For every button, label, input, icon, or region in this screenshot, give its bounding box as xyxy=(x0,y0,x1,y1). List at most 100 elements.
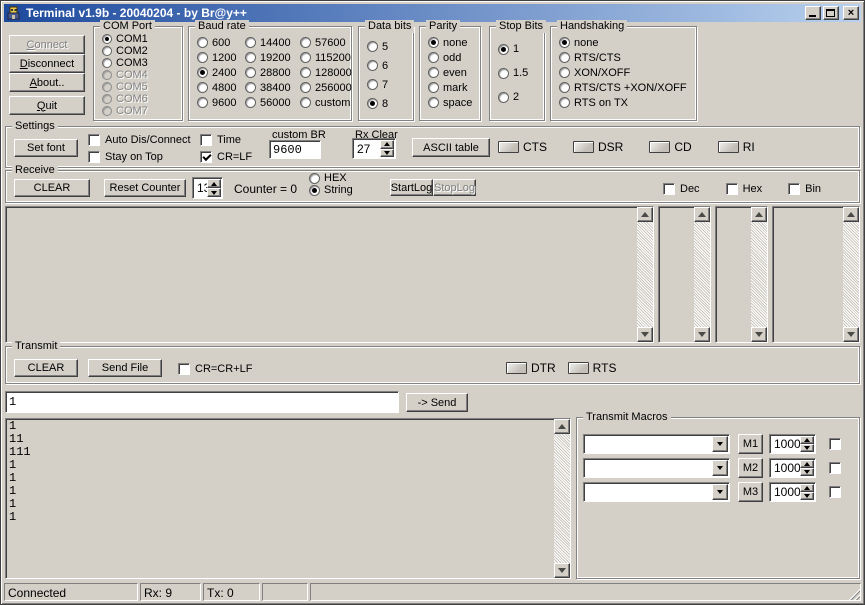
radio-icon[interactable] xyxy=(428,37,439,48)
checkbox-dec[interactable]: Dec xyxy=(663,180,700,197)
macro-2-dropdown[interactable] xyxy=(583,458,730,478)
radio-option-1200[interactable]: 1200 xyxy=(197,50,245,65)
macro-2-interval-spinner[interactable]: 1000 xyxy=(769,458,816,478)
radio-option-odd[interactable]: odd xyxy=(428,50,480,65)
spin-up-button[interactable] xyxy=(207,179,221,188)
dropdown-button[interactable] xyxy=(712,436,728,452)
radio-option-string[interactable]: String xyxy=(309,184,353,196)
spin-down-button[interactable] xyxy=(800,492,814,500)
minimize-button[interactable] xyxy=(805,6,821,20)
macro-3-dropdown[interactable] xyxy=(583,482,730,502)
radio-icon[interactable] xyxy=(197,97,208,108)
rts-led-icon[interactable] xyxy=(567,362,589,374)
macro-1-dropdown[interactable] xyxy=(583,434,730,454)
scrollbar-track[interactable] xyxy=(554,434,570,563)
spin-down-button[interactable] xyxy=(207,188,221,197)
radio-icon[interactable] xyxy=(367,98,378,109)
radio-option-xon-xoff[interactable]: XON/XOFF xyxy=(559,65,696,80)
radio-icon[interactable] xyxy=(245,52,256,63)
radio-option-none[interactable]: none xyxy=(559,35,696,50)
macro-2-repeat-checkbox[interactable] xyxy=(829,462,841,474)
start-log-button[interactable]: StartLog xyxy=(390,179,433,196)
checkbox-icon[interactable] xyxy=(200,133,212,146)
checkbox-icon[interactable] xyxy=(788,182,801,195)
scrollbar-track[interactable] xyxy=(637,222,653,327)
scrollbar-track[interactable] xyxy=(843,222,859,327)
scrollbar-track[interactable] xyxy=(751,222,767,327)
spin-down-button[interactable] xyxy=(800,444,814,452)
about-button[interactable]: About.. xyxy=(9,73,85,92)
radio-option-com2[interactable]: COM2 xyxy=(102,45,182,57)
radio-icon[interactable] xyxy=(367,60,378,71)
radio-icon[interactable] xyxy=(498,91,509,103)
radio-icon[interactable] xyxy=(300,97,311,108)
custom-br-input[interactable] xyxy=(269,140,321,159)
radio-option-com1[interactable]: COM1 xyxy=(102,33,182,45)
transmit-clear-button[interactable]: CLEAR xyxy=(14,359,78,377)
macro-3-interval-spinner[interactable]: 1000 xyxy=(769,482,816,502)
radio-icon[interactable] xyxy=(102,46,112,56)
radio-icon[interactable] xyxy=(245,37,256,48)
radio-icon[interactable] xyxy=(245,82,256,93)
receive-hex-scrollbar[interactable] xyxy=(751,207,767,342)
ascii-table-button[interactable]: ASCII table xyxy=(412,138,490,157)
dtr-led-icon[interactable] xyxy=(506,362,527,374)
radio-option-256000[interactable]: 256000 xyxy=(300,80,352,95)
radio-option-9600[interactable]: 9600 xyxy=(197,95,245,110)
radio-icon[interactable] xyxy=(559,82,570,93)
macro-1-repeat-checkbox[interactable] xyxy=(829,438,841,450)
radio-option-com3[interactable]: COM3 xyxy=(102,57,182,69)
radio-option-1[interactable]: 1 xyxy=(498,37,544,61)
radio-icon[interactable] xyxy=(559,67,570,78)
radio-option-1-5[interactable]: 1.5 xyxy=(498,61,544,85)
radio-icon[interactable] xyxy=(428,82,439,93)
spin-up-button[interactable] xyxy=(380,140,394,149)
radio-option-rts-on-tx[interactable]: RTS on TX xyxy=(559,95,696,110)
radio-option-115200[interactable]: 115200 xyxy=(300,50,351,65)
radio-icon[interactable] xyxy=(428,97,439,108)
radio-option-custom[interactable]: custom xyxy=(300,95,350,110)
radio-icon[interactable] xyxy=(367,41,378,52)
radio-option-6[interactable]: 6 xyxy=(367,56,413,75)
receive-display-main[interactable] xyxy=(5,206,654,343)
m2-button[interactable]: M2 xyxy=(738,458,763,478)
dropdown-button[interactable] xyxy=(712,484,728,500)
scroll-down-button[interactable] xyxy=(554,563,570,578)
radio-option-57600[interactable]: 57600 xyxy=(300,35,350,50)
radio-icon[interactable] xyxy=(197,67,208,78)
radio-option-space[interactable]: space xyxy=(428,95,480,110)
radio-option-38400[interactable]: 38400 xyxy=(245,80,300,95)
checkbox-auto-dis-connect[interactable]: Auto Dis/Connect xyxy=(88,131,191,148)
radio-option-7[interactable]: 7 xyxy=(367,75,413,94)
scroll-down-button[interactable] xyxy=(694,327,710,342)
set-font-button[interactable]: Set font xyxy=(14,139,78,157)
receive-dec-scrollbar[interactable] xyxy=(694,207,710,342)
send-button[interactable]: -> Send xyxy=(406,393,468,412)
radio-option-hex[interactable]: HEX xyxy=(309,172,353,184)
radio-option-4800[interactable]: 4800 xyxy=(197,80,245,95)
radio-icon[interactable] xyxy=(309,184,320,196)
m3-button[interactable]: M3 xyxy=(738,482,763,502)
spin-down-button[interactable] xyxy=(800,468,814,476)
radio-icon[interactable] xyxy=(428,52,439,63)
checkbox-icon[interactable] xyxy=(178,362,190,375)
radio-icon[interactable] xyxy=(300,67,311,78)
radio-icon[interactable] xyxy=(428,67,439,78)
scroll-up-button[interactable] xyxy=(843,207,859,222)
radio-icon[interactable] xyxy=(309,172,320,184)
checkbox-hex[interactable]: Hex xyxy=(725,180,762,197)
checkbox-cr-cr-lf[interactable]: CR=CR+LF xyxy=(178,360,252,377)
macro-1-interval-spinner[interactable]: 1000 xyxy=(769,434,816,454)
checkbox-icon[interactable] xyxy=(663,182,675,195)
scrollbar-track[interactable] xyxy=(694,222,710,327)
radio-icon[interactable] xyxy=(245,97,256,108)
radio-option-2[interactable]: 2 xyxy=(498,85,544,109)
checkbox-bin[interactable]: Bin xyxy=(788,180,821,197)
send-input[interactable] xyxy=(5,391,399,413)
radio-icon[interactable] xyxy=(367,79,378,90)
rts-indicator[interactable]: RTS xyxy=(567,361,616,375)
rx-lines-spinner[interactable]: 13 xyxy=(192,177,223,199)
radio-icon[interactable] xyxy=(300,37,311,48)
spin-up-button[interactable] xyxy=(800,436,814,444)
radio-option-8[interactable]: 8 xyxy=(367,94,413,113)
